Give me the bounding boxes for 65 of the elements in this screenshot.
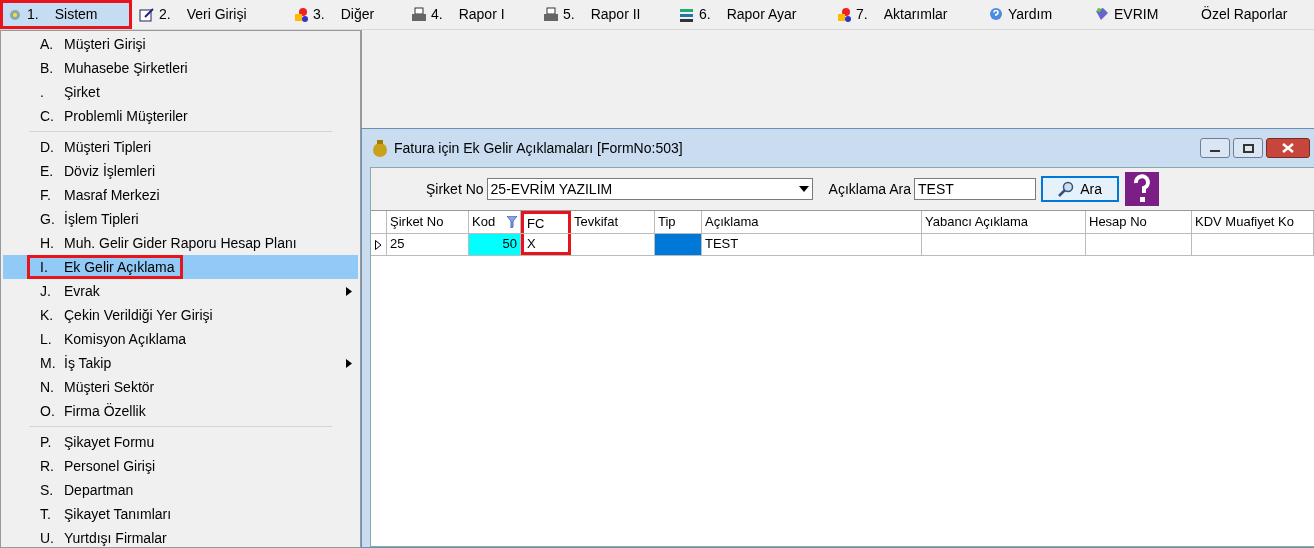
menu-bar-item[interactable]: 5. Rapor II [536, 0, 672, 29]
column-header[interactable]: Açıklama [702, 211, 922, 233]
menu-item[interactable]: L. Komisyon Açıklama [3, 327, 358, 351]
help-icon [988, 6, 1004, 23]
search-button[interactable]: Ara [1041, 176, 1120, 202]
column-header[interactable]: Yabancı Açıklama [922, 211, 1086, 233]
menu-item[interactable]: E. Döviz İşlemleri [3, 159, 358, 183]
menu-item[interactable]: D. Müşteri Tipleri [3, 135, 358, 159]
shapes-icon [836, 6, 852, 23]
menu-item[interactable]: N. Müşteri Sektör [3, 375, 358, 399]
printer-icon [411, 6, 427, 23]
column-header[interactable]: KDV Muafiyet Ko [1192, 211, 1314, 233]
column-header[interactable]: Tevkifat [571, 211, 655, 233]
shapes-icon [293, 6, 309, 23]
search-label: Açıklama Ara [828, 179, 912, 199]
menu-item[interactable]: S. Departman [3, 478, 358, 502]
menu-item[interactable]: M. İş Takip [3, 351, 358, 375]
menu-bar-item[interactable]: 6. Rapor Ayar [672, 0, 829, 29]
menu-bar-item[interactable]: 7. Aktarımlar [829, 0, 981, 29]
column-header[interactable]: Kod [469, 211, 521, 233]
close-icon [1282, 143, 1294, 153]
column-header[interactable]: Şirket No [387, 211, 469, 233]
menu-bar-item[interactable]: 3. Diğer [286, 0, 404, 29]
menu-bar-item[interactable]: Yardım [981, 0, 1087, 29]
company-dropdown[interactable]: 25-EVRİM YAZILIM [486, 178, 813, 200]
column-header[interactable]: Tip [655, 211, 702, 233]
menu-item[interactable]: K. Çekin Verildiği Yer Girişi [3, 303, 358, 327]
menu-item[interactable]: A. Müşteri Girişi [3, 32, 358, 56]
pen-icon [139, 6, 155, 23]
close-button[interactable] [1266, 138, 1310, 158]
menu-item[interactable]: J. Evrak [3, 279, 358, 303]
company-label: Şirket No [426, 179, 484, 199]
menu-item[interactable]: R. Personel Girişi [3, 454, 358, 478]
table-cell: 50 [469, 234, 521, 255]
column-header[interactable]: FC [521, 211, 571, 233]
minimize-button[interactable] [1200, 138, 1230, 158]
menu-item[interactable]: F. Masraf Merkezi [3, 183, 358, 207]
menu-item[interactable]: B. Muhasebe Şirketleri [3, 56, 358, 80]
column-header[interactable]: Hesap No [1086, 211, 1192, 233]
table-cell: TEST [702, 234, 922, 255]
menu-bar-item[interactable]: EVRIM [1087, 0, 1194, 29]
filter-icon[interactable] [507, 216, 517, 228]
search-icon [1058, 181, 1075, 197]
menu-item[interactable]: . Şirket [3, 80, 358, 104]
menu-bar-item[interactable]: 2. Veri Girişi [132, 0, 286, 29]
menu-item[interactable]: O. Firma Özellik [3, 399, 358, 423]
table-cell: X [521, 234, 571, 255]
menu-bar-item[interactable]: 4. Rapor I [404, 0, 536, 29]
menu-bar-item[interactable]: Özel Raporlar [1194, 0, 1314, 29]
menu-item[interactable]: H. Muh. Gelir Gider Raporu Hesap Planı [3, 231, 358, 255]
maximize-button[interactable] [1233, 138, 1263, 158]
menu-item[interactable]: T. Şikayet Tanımları [3, 502, 358, 526]
menu-item[interactable]: P. Şikayet Formu [3, 430, 358, 454]
menu-bar-item[interactable]: 1. Sistem [0, 0, 132, 29]
search-field[interactable]: TEST [914, 178, 1037, 200]
help-icon [1125, 172, 1160, 206]
caret-icon [798, 186, 809, 192]
menu-item[interactable]: I. Ek Gelir Açıklama [3, 255, 358, 279]
menu-item[interactable]: G. İşlem Tipleri [3, 207, 358, 231]
window-title: Fatura için Ek Gelir Açıklamaları [FormNo:503] [394, 138, 683, 158]
menu-item[interactable]: C. Problemli Müşteriler [3, 104, 358, 128]
printer-icon [543, 6, 559, 23]
menu-item[interactable]: U. Yurtdışı Firmalar [3, 526, 358, 548]
money-bag-icon [370, 138, 390, 158]
stack-icon [679, 6, 695, 23]
